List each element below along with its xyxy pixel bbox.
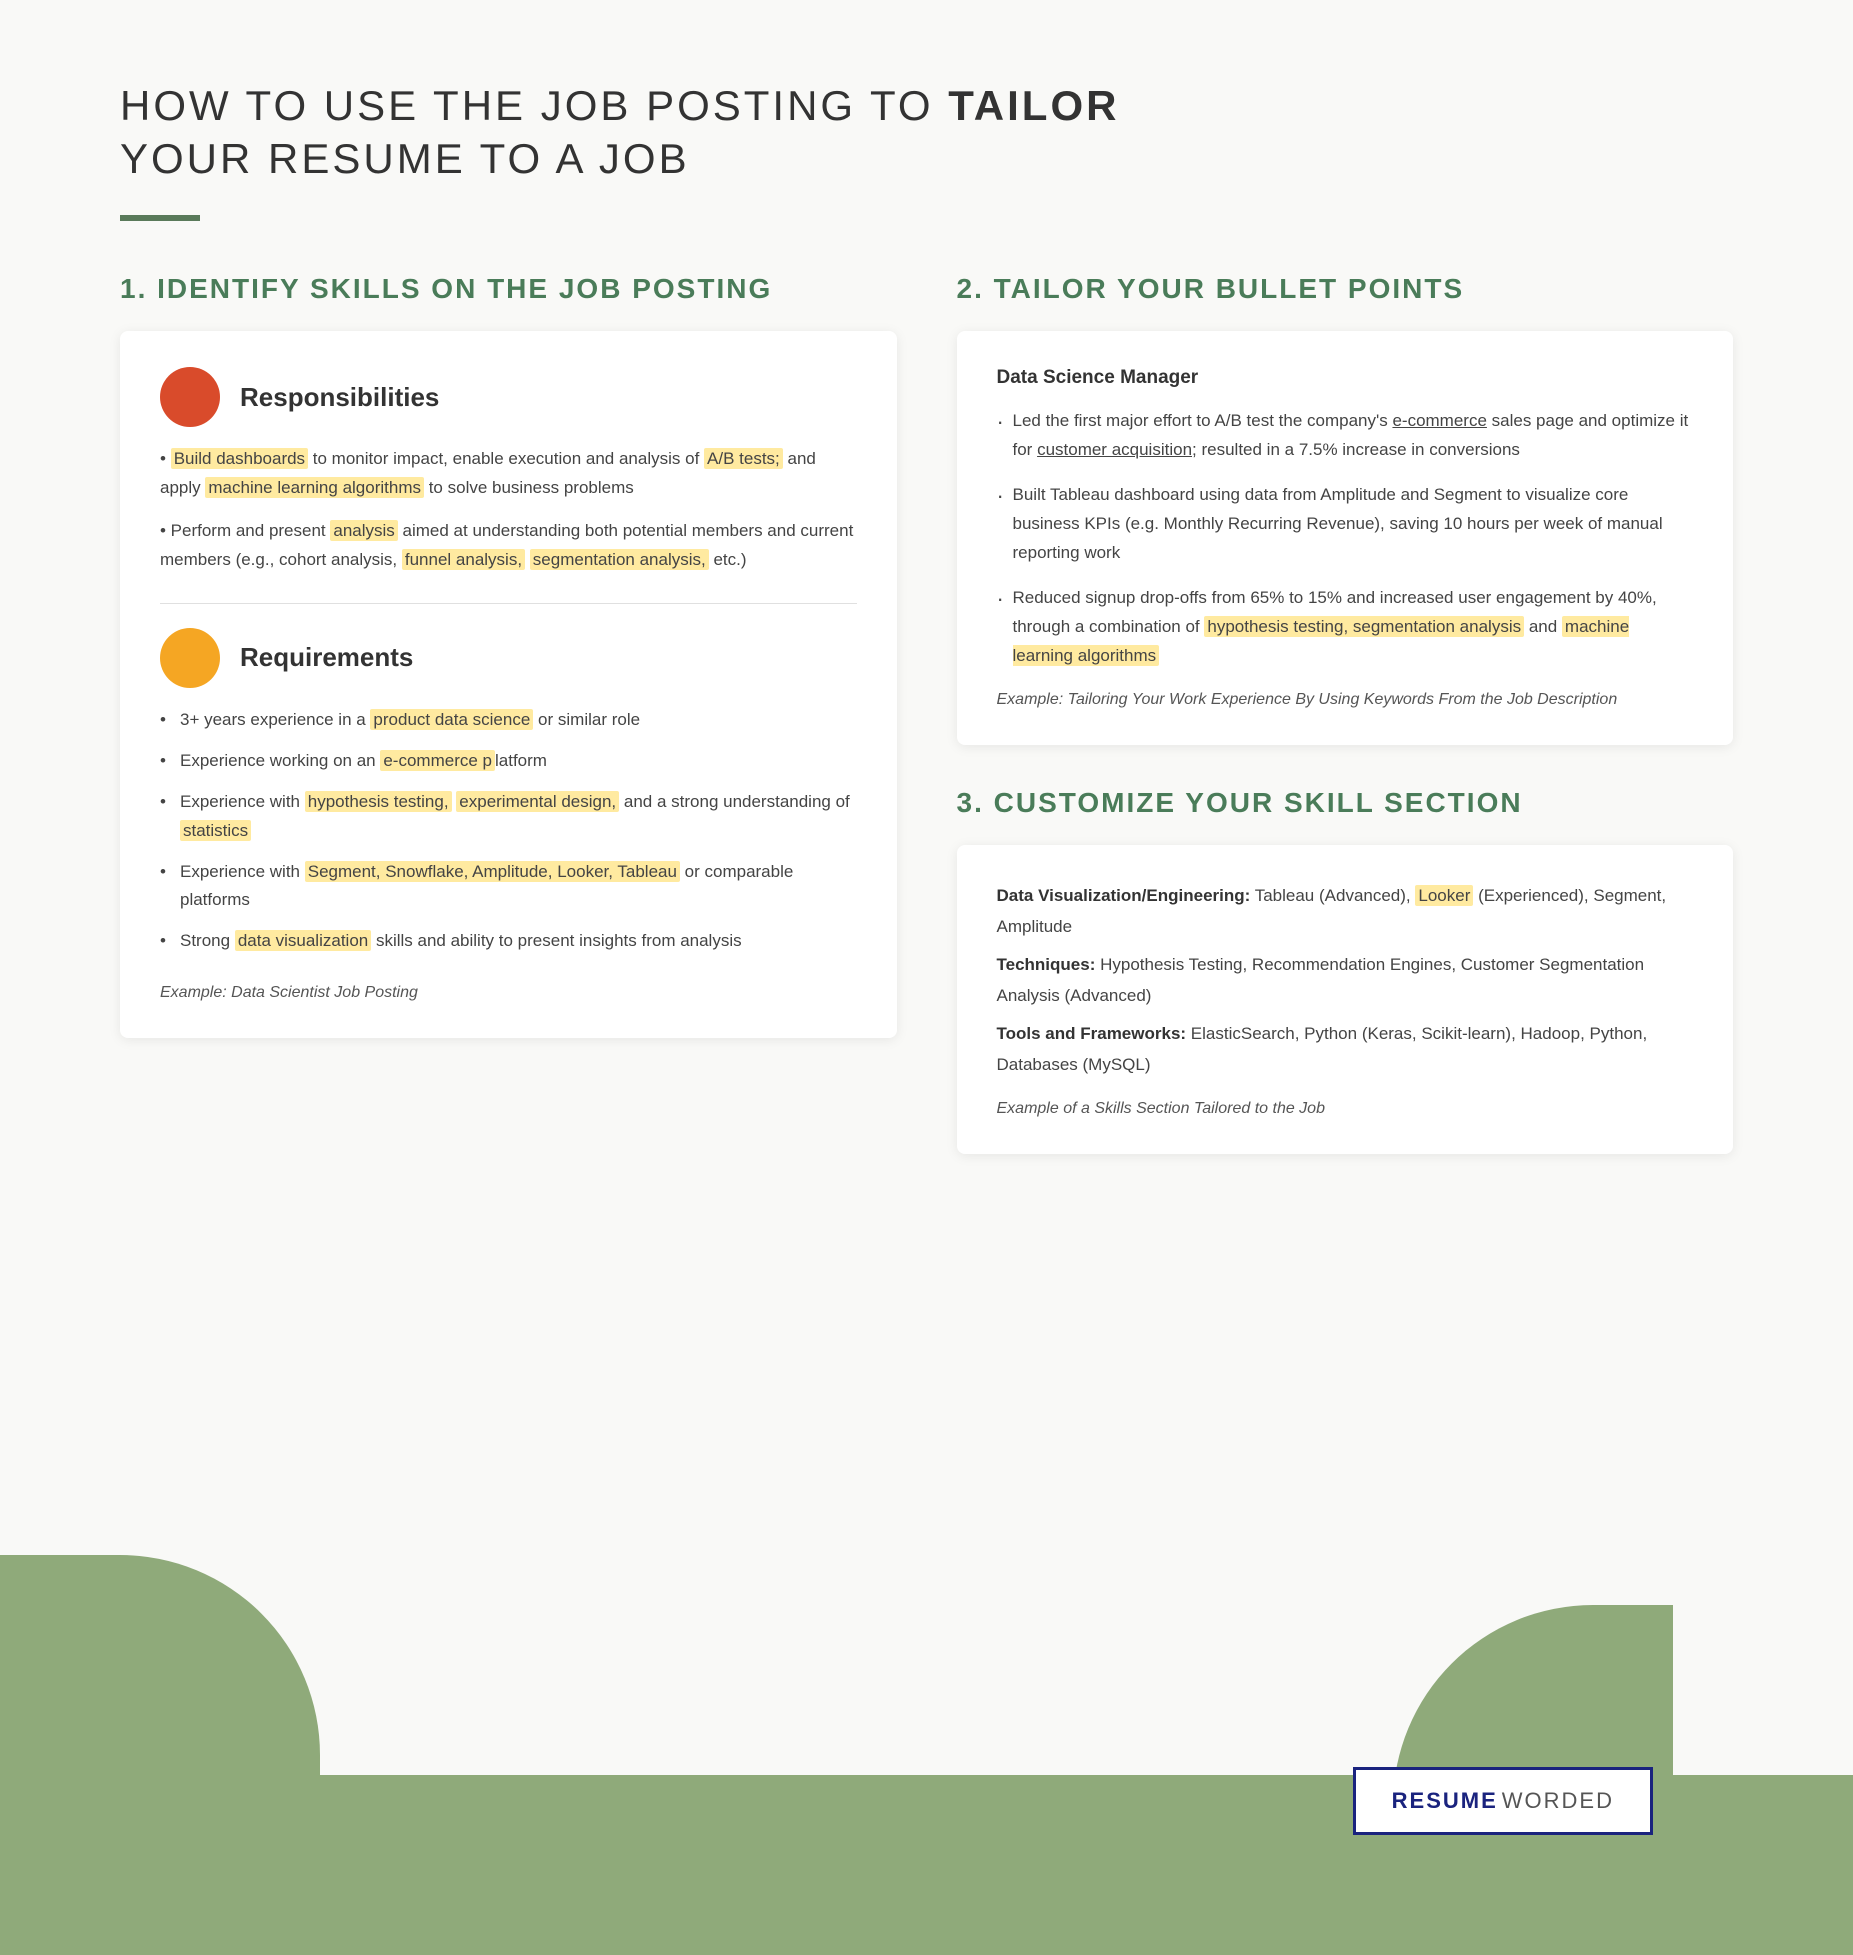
title-underline <box>120 215 200 221</box>
req-item-3: Experience with hypothesis testing, expe… <box>160 788 857 846</box>
section1-heading: 1. IDENTIFY SKILLS ON THE JOB POSTING <box>120 271 897 307</box>
skill-viz: Data Visualization/Engineering: Tableau … <box>997 881 1694 942</box>
highlight-platforms: Segment, Snowflake, Amplitude, Looker, T… <box>305 861 680 882</box>
section3-heading: 3. CUSTOMIZE YOUR SKILL SECTION <box>957 785 1734 821</box>
req-item-5: Strong data visualization skills and abi… <box>160 927 857 956</box>
job-title: Data Science Manager <box>997 367 1694 389</box>
req-item-2: Experience working on an e-commerce plat… <box>160 747 857 776</box>
section2-heading: 2. TAILOR YOUR BULLET POINTS <box>957 271 1734 307</box>
bg-decoration-left <box>0 1555 320 1955</box>
underline-ecommerce: e-commerce <box>1392 411 1486 430</box>
req-item-1: 3+ years experience in a product data sc… <box>160 706 857 735</box>
page-title: HOW TO USE THE JOB POSTING TO TAILOR YOU… <box>120 80 1733 185</box>
highlight-hypo-seg: hypothesis testing, segmentation analysi… <box>1204 616 1524 637</box>
highlight-analysis: analysis <box>330 520 397 541</box>
section2-example: Example: Tailoring Your Work Experience … <box>997 691 1694 709</box>
yellow-circle-icon <box>160 628 220 688</box>
section2-card: Data Science Manager Led the first major… <box>957 331 1734 744</box>
highlight-data-viz: data visualization <box>235 930 371 951</box>
two-column-layout: 1. IDENTIFY SKILLS ON THE JOB POSTING Re… <box>120 271 1733 1194</box>
highlight-ecommerce: e-commerce p <box>380 750 495 771</box>
highlight-ml-algorithms: machine learning algorithms <box>205 477 424 498</box>
responsibilities-title: Responsibilities <box>240 382 439 413</box>
highlight-looker: Looker <box>1415 885 1473 906</box>
left-column: 1. IDENTIFY SKILLS ON THE JOB POSTING Re… <box>120 271 897 1078</box>
requirements-section: Requirements 3+ years experience in a pr… <box>160 628 857 956</box>
badge-worded-text: WORDED <box>1502 1788 1614 1814</box>
section3-example: Example of a Skills Section Tailored to … <box>997 1100 1694 1118</box>
bullet-3: Reduced signup drop-offs from 65% to 15%… <box>997 584 1694 671</box>
highlight-exp-design: experimental design, <box>456 791 619 812</box>
highlight-product-data-science: product data science <box>370 709 533 730</box>
underline-customer-acq: customer acquisition <box>1037 440 1192 459</box>
highlight-funnel-analysis: funnel analysis, <box>402 549 525 570</box>
req-item-4: Experience with Segment, Snowflake, Ampl… <box>160 858 857 916</box>
red-circle-icon <box>160 367 220 427</box>
responsibilities-section: Responsibilities • Build dashboards to m… <box>160 367 857 575</box>
skill-techniques: Techniques: Hypothesis Testing, Recommen… <box>997 950 1694 1011</box>
highlight-hypo-testing: hypothesis testing, <box>305 791 452 812</box>
requirements-title: Requirements <box>240 642 413 673</box>
divider <box>160 603 857 604</box>
skill-tools: Tools and Frameworks: ElasticSearch, Pyt… <box>997 1019 1694 1080</box>
resp-item-2: • Perform and present analysis aimed at … <box>160 517 857 575</box>
bullet-2: Built Tableau dashboard using data from … <box>997 481 1694 568</box>
section3-card: Data Visualization/Engineering: Tableau … <box>957 845 1734 1155</box>
section1-card: Responsibilities • Build dashboards to m… <box>120 331 897 1038</box>
resp-item-1: • Build dashboards to monitor impact, en… <box>160 445 857 503</box>
badge-resume-text: RESUME <box>1392 1788 1498 1814</box>
requirements-header: Requirements <box>160 628 857 688</box>
right-column: 2. TAILOR YOUR BULLET POINTS Data Scienc… <box>957 271 1734 1194</box>
highlight-ab-tests: A/B tests; <box>704 448 783 469</box>
highlight-statistics: statistics <box>180 820 251 841</box>
highlight-segmentation-analysis: segmentation analysis, <box>530 549 709 570</box>
highlight-build-dashboards: Build dashboards <box>171 448 308 469</box>
responsibilities-header: Responsibilities <box>160 367 857 427</box>
resume-worded-badge: RESUME WORDED <box>1353 1767 1653 1835</box>
section1-example: Example: Data Scientist Job Posting <box>160 984 857 1002</box>
bullet-1: Led the first major effort to A/B test t… <box>997 407 1694 465</box>
